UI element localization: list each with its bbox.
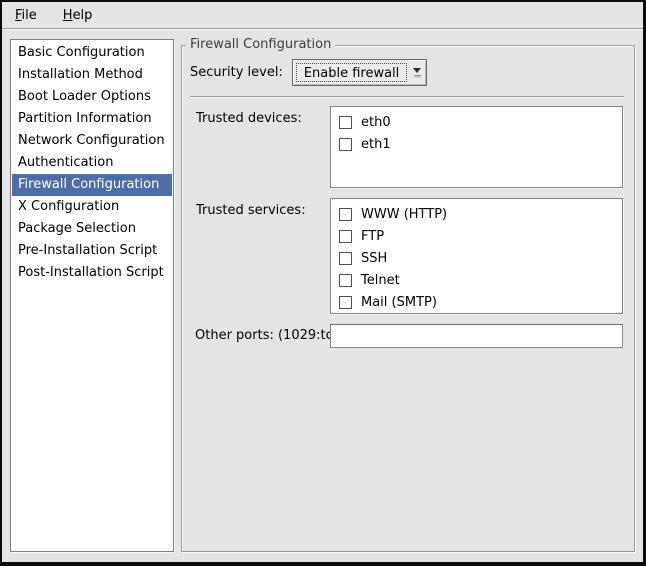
sidebar-item-installation-method[interactable]: Installation Method — [12, 64, 172, 86]
other-ports-label: Other ports: (1029:tcp) — [189, 324, 330, 343]
sidebar-item-boot-loader-options[interactable]: Boot Loader Options — [12, 86, 172, 108]
checkbox-www-http[interactable] — [339, 208, 352, 221]
sidebar-item-basic-configuration[interactable]: Basic Configuration — [12, 42, 172, 64]
trusted-services-label: Trusted services: — [189, 198, 330, 218]
service-label: WWW (HTTP) — [361, 207, 447, 222]
service-row-www-http[interactable]: WWW (HTTP) — [333, 203, 620, 225]
combo-arrow-icon — [408, 60, 426, 85]
device-row-eth0[interactable]: eth0 — [333, 111, 620, 133]
section-list: Basic Configuration Installation Method … — [10, 39, 174, 552]
checkbox-mail-smtp[interactable] — [339, 296, 352, 309]
service-label: SSH — [361, 251, 387, 266]
menu-file[interactable]: File — [6, 4, 46, 27]
device-label: eth1 — [361, 137, 391, 152]
checkbox-ssh[interactable] — [339, 252, 352, 265]
security-level-value: Enable firewall — [296, 63, 407, 82]
trusted-devices-list[interactable]: eth0 eth1 — [330, 106, 623, 188]
service-label: FTP — [361, 229, 384, 244]
device-row-eth1[interactable]: eth1 — [333, 133, 620, 155]
menubar: File Help — [2, 2, 643, 29]
firewall-configuration-frame: Firewall Configuration Security level: E… — [181, 45, 635, 552]
service-row-mail-smtp[interactable]: Mail (SMTP) — [333, 291, 620, 313]
security-level-row: Security level: Enable firewall — [189, 59, 624, 86]
service-row-telnet[interactable]: Telnet — [333, 269, 620, 291]
separator — [190, 96, 624, 98]
service-label: Telnet — [361, 273, 400, 288]
sidebar-item-post-installation-script[interactable]: Post-Installation Script — [12, 262, 172, 284]
checkbox-ftp[interactable] — [339, 230, 352, 243]
sidebar-item-package-selection[interactable]: Package Selection — [12, 218, 172, 240]
checkbox-eth0[interactable] — [339, 116, 352, 129]
other-ports-input[interactable] — [330, 324, 623, 348]
sidebar-item-network-configuration[interactable]: Network Configuration — [12, 130, 172, 152]
sidebar-item-firewall-configuration[interactable]: Firewall Configuration — [12, 174, 172, 196]
trusted-devices-label: Trusted devices: — [189, 106, 330, 126]
service-label: Mail (SMTP) — [361, 295, 437, 310]
checkbox-eth1[interactable] — [339, 138, 352, 151]
device-label: eth0 — [361, 115, 391, 130]
app-window: File Help Basic Configuration Installati… — [0, 0, 646, 566]
firewall-form: Trusted devices: eth0 eth1 Trusted servi… — [189, 106, 624, 348]
sidebar-item-partition-information[interactable]: Partition Information — [12, 108, 172, 130]
trusted-services-list[interactable]: WWW (HTTP) FTP SSH Telnet — [330, 198, 623, 314]
sidebar-item-x-configuration[interactable]: X Configuration — [12, 196, 172, 218]
security-level-dropdown[interactable]: Enable firewall — [292, 59, 427, 86]
frame-title: Firewall Configuration — [186, 37, 335, 52]
sidebar-item-authentication[interactable]: Authentication — [12, 152, 172, 174]
service-row-ssh[interactable]: SSH — [333, 247, 620, 269]
service-row-ftp[interactable]: FTP — [333, 225, 620, 247]
menu-help[interactable]: Help — [54, 4, 102, 27]
main-content: Basic Configuration Installation Method … — [2, 29, 643, 562]
checkbox-telnet[interactable] — [339, 274, 352, 287]
security-level-label: Security level: — [190, 65, 283, 80]
sidebar-item-pre-installation-script[interactable]: Pre-Installation Script — [12, 240, 172, 262]
